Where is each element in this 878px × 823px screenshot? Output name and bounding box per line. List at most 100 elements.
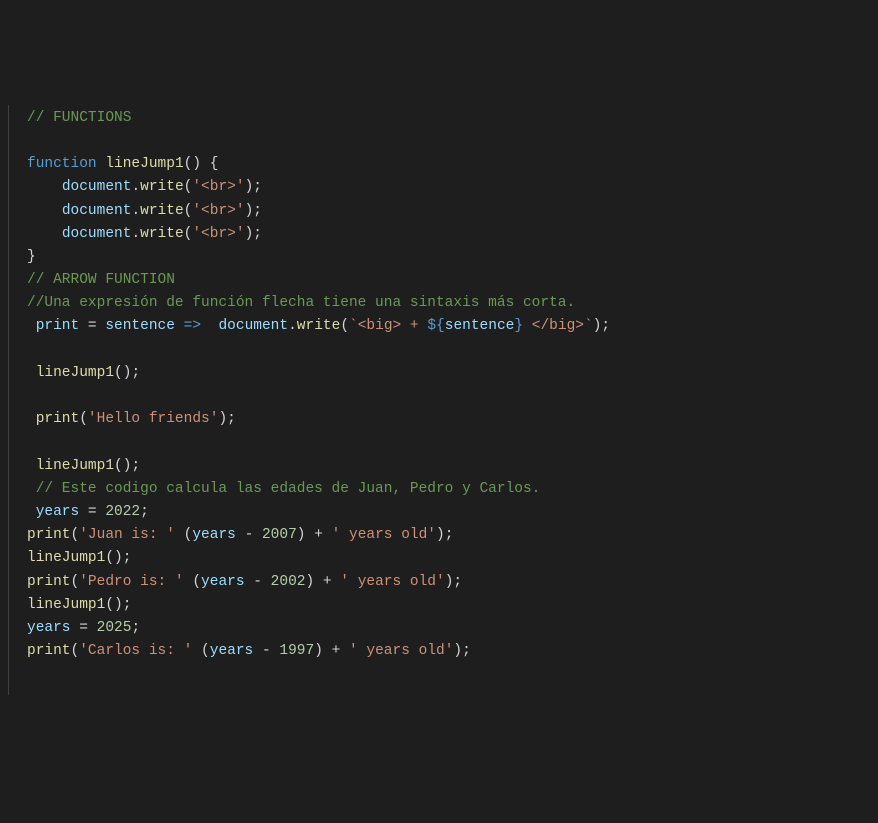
code-token-sp — [314, 574, 323, 590]
code-token-op: - — [245, 527, 254, 543]
code-token-paren: ) — [453, 643, 462, 659]
code-token-sp — [175, 318, 184, 334]
code-token-string: ' years old' — [349, 643, 453, 659]
code-token-paren: () — [114, 458, 131, 474]
code-token-method: print — [36, 411, 80, 427]
code-token-obj: document — [62, 226, 132, 242]
code-token-method: write — [140, 179, 184, 195]
code-token-method: print — [27, 527, 71, 543]
code-token-op: - — [253, 574, 262, 590]
code-token-sp — [253, 643, 262, 659]
code-token-string: 'Carlos is: ' — [79, 643, 192, 659]
code-token-number: 2002 — [271, 574, 306, 590]
code-token-method: write — [297, 318, 341, 334]
code-line[interactable] — [27, 339, 878, 362]
code-token-op: . — [131, 179, 140, 195]
code-token-paren: () — [114, 365, 131, 381]
code-token-op: ; — [601, 318, 610, 334]
code-token-number: 2025 — [97, 620, 132, 636]
code-token-keyword: function — [27, 156, 97, 172]
code-token-paren: ( — [201, 643, 210, 659]
code-line[interactable] — [27, 431, 878, 454]
code-token-number: 2022 — [105, 504, 140, 520]
code-token-paren: ) — [245, 203, 254, 219]
code-token-sp — [340, 643, 349, 659]
code-line[interactable]: print('Pedro is: ' (years - 2002) + ' ye… — [27, 571, 878, 594]
code-token-sp — [201, 156, 210, 172]
code-line[interactable]: lineJump1(); — [27, 594, 878, 617]
code-line[interactable]: // ARROW FUNCTION — [27, 269, 878, 292]
code-token-sp — [323, 643, 332, 659]
code-token-paren: ( — [79, 411, 88, 427]
code-line[interactable]: //Una expresión de función flecha tiene … — [27, 292, 878, 315]
code-token-op: ; — [462, 643, 471, 659]
code-token-sp — [323, 527, 332, 543]
code-token-string: `<big> + — [349, 318, 427, 334]
code-line[interactable]: years = 2022; — [27, 501, 878, 524]
code-token-op: ; — [253, 203, 262, 219]
code-token-sp — [201, 318, 218, 334]
code-token-sp — [79, 318, 88, 334]
code-line[interactable] — [27, 385, 878, 408]
code-token-string: '<br>' — [192, 226, 244, 242]
code-token-op: . — [288, 318, 297, 334]
code-token-op: ; — [131, 620, 140, 636]
code-token-op: + — [323, 574, 332, 590]
code-line[interactable]: print('Carlos is: ' (years - 1997) + ' y… — [27, 640, 878, 663]
code-token-brace: } — [27, 249, 36, 265]
code-line[interactable]: print('Juan is: ' (years - 2007) + ' yea… — [27, 524, 878, 547]
code-token-template-expr: sentence — [445, 318, 515, 334]
code-line[interactable]: document.write('<br>'); — [27, 176, 878, 199]
code-line[interactable]: lineJump1(); — [27, 547, 878, 570]
code-line[interactable]: function lineJump1() { — [27, 153, 878, 176]
code-token-comment: // FUNCTIONS — [27, 110, 131, 126]
code-line[interactable]: // Este codigo calcula las edades de Jua… — [27, 478, 878, 501]
code-line[interactable] — [27, 130, 878, 153]
code-token-op: = — [79, 620, 88, 636]
code-line[interactable]: } — [27, 246, 878, 269]
code-line[interactable]: document.write('<br>'); — [27, 223, 878, 246]
code-token-sp — [175, 527, 184, 543]
code-token-brace: { — [210, 156, 219, 172]
code-token-paren: ( — [192, 574, 201, 590]
code-token-method: write — [140, 226, 184, 242]
code-token-obj: document — [62, 179, 132, 195]
code-line[interactable]: print = sentence => document.write(`<big… — [27, 315, 878, 338]
code-line[interactable]: document.write('<br>'); — [27, 200, 878, 223]
code-token-method: lineJump1 — [27, 550, 105, 566]
code-token-method: lineJump1 — [36, 365, 114, 381]
code-token-string: '<br>' — [192, 179, 244, 195]
code-token-sp — [262, 574, 271, 590]
code-token-paren: ( — [340, 318, 349, 334]
code-line[interactable]: print('Hello friends'); — [27, 408, 878, 431]
code-token-paren: ) — [245, 226, 254, 242]
code-token-paren: ) — [218, 411, 227, 427]
code-token-template-braces: ${ — [427, 318, 444, 334]
code-token-method: lineJump1 — [27, 597, 105, 613]
code-token-ident: years — [201, 574, 245, 590]
code-line[interactable]: // FUNCTIONS — [27, 107, 878, 130]
code-token-op: = — [88, 318, 97, 334]
code-token-op: . — [131, 203, 140, 219]
code-token-op: ; — [131, 365, 140, 381]
code-token-obj: document — [218, 318, 288, 334]
code-token-sp — [88, 620, 97, 636]
code-token-method: lineJump1 — [36, 458, 114, 474]
code-token-sp — [236, 527, 245, 543]
code-line[interactable]: lineJump1(); — [27, 362, 878, 385]
code-line[interactable]: lineJump1(); — [27, 455, 878, 478]
code-token-method: print — [27, 643, 71, 659]
code-token-method: write — [140, 203, 184, 219]
code-token-op: - — [262, 643, 271, 659]
code-token-sp — [332, 574, 341, 590]
code-token-op: = — [88, 504, 97, 520]
code-token-string: '<br>' — [192, 203, 244, 219]
code-token-string: 'Hello friends' — [88, 411, 219, 427]
code-editor[interactable]: // FUNCTIONS function lineJump1() { docu… — [8, 105, 878, 695]
code-token-sp — [271, 643, 280, 659]
code-line[interactable]: years = 2025; — [27, 617, 878, 640]
code-token-number: 1997 — [279, 643, 314, 659]
code-token-paren: () — [184, 156, 201, 172]
code-token-ident: years — [210, 643, 254, 659]
code-token-method: print — [27, 574, 71, 590]
